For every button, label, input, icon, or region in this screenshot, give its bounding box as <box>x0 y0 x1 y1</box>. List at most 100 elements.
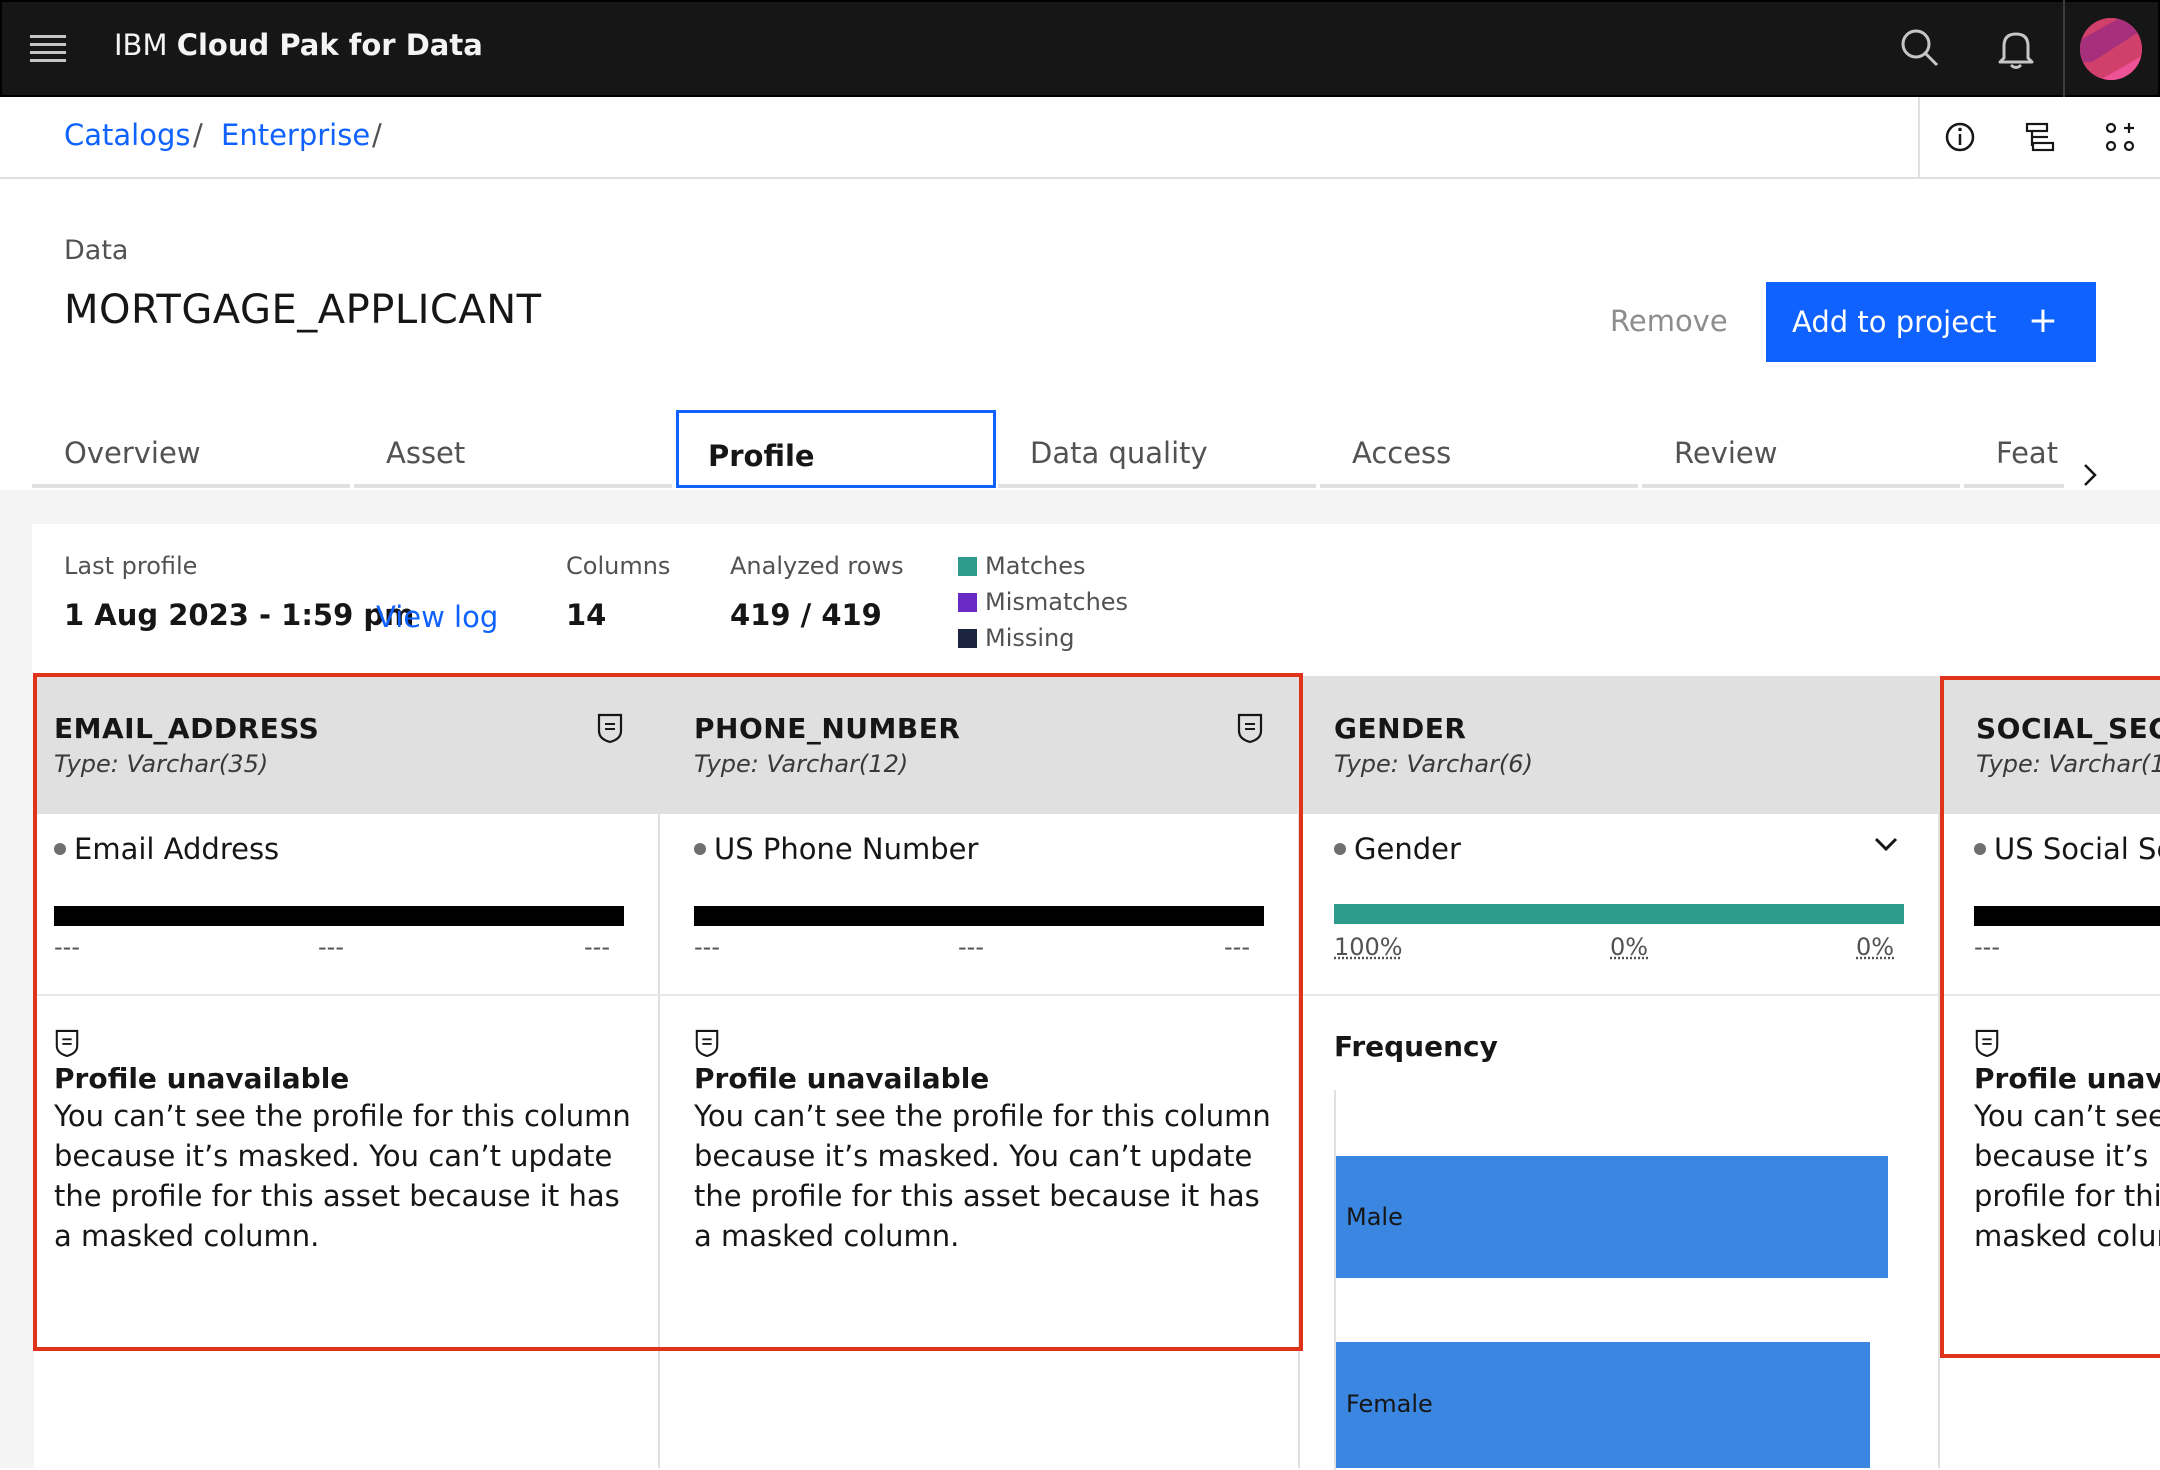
analyzed-rows-label: Analyzed rows <box>730 552 904 580</box>
frequency-title: Frequency <box>1334 1030 1498 1063</box>
brand-name: Cloud Pak for Data <box>176 28 483 62</box>
quality-bar <box>1974 906 2160 926</box>
stat-missing: --- <box>584 933 610 961</box>
frequency-bar-male[interactable]: Male <box>1336 1156 1888 1278</box>
column-header: EMAIL_ADDRESS Type: Varchar(35) <box>34 676 658 814</box>
masked-shield-icon <box>1237 713 1263 744</box>
stat-matches: --- <box>54 933 80 961</box>
divider <box>1940 994 2160 996</box>
profile-unavailable-title: Profile unavai <box>1974 1062 2160 1095</box>
masked-shield-icon <box>597 713 623 744</box>
column-type: Type: Varchar(12) <box>694 750 909 778</box>
quality-bar <box>54 906 624 926</box>
breadcrumb-separator: / <box>372 118 382 152</box>
data-class-label: Gender <box>1354 832 1461 866</box>
masked-shield-icon <box>55 1029 79 1058</box>
column-name: PHONE_NUMBER <box>694 712 961 745</box>
legend-mismatches: Mismatches <box>958 588 1128 616</box>
data-class-label: US Phone Number <box>714 832 979 866</box>
tab-profile[interactable]: Profile <box>676 410 996 488</box>
tab-asset[interactable]: Asset <box>354 410 672 488</box>
text-line: profile for this <box>1974 1179 2160 1213</box>
stat-mismatches[interactable]: 0% <box>1610 933 1648 961</box>
frequency-bar-female[interactable]: Female <box>1336 1342 1870 1468</box>
divider <box>1300 994 1938 996</box>
stat-missing: --- <box>1224 933 1250 961</box>
remove-button[interactable]: Remove <box>1610 304 1728 338</box>
legend-label: Matches <box>985 552 1086 580</box>
dot-icon <box>54 843 66 855</box>
tab-review[interactable]: Review <box>1642 410 1960 488</box>
legend-label: Mismatches <box>985 588 1129 616</box>
tab-overview[interactable]: Overview <box>32 410 350 488</box>
column-card-gender: GENDER Type: Varchar(6) Gender 100% 0% 0… <box>1300 676 1940 1470</box>
quality-bar <box>1334 904 1904 924</box>
breadcrumb-catalogs[interactable]: Catalogs <box>64 118 190 152</box>
add-to-project-button[interactable]: Add to project + <box>1766 282 2096 362</box>
lineage-icon[interactable] <box>2020 117 2060 157</box>
tab-access[interactable]: Access <box>1320 410 1638 488</box>
add-to-project-label: Add to project <box>1792 305 1997 339</box>
data-class[interactable]: US Social Se <box>1974 832 2160 866</box>
column-name: EMAIL_ADDRESS <box>54 712 320 745</box>
divider <box>660 994 1298 996</box>
product-brand[interactable]: IBM Cloud Pak for Data <box>114 28 483 62</box>
profile-unavailable-title: Profile unavailable <box>694 1062 990 1095</box>
stat-matches: --- <box>694 933 720 961</box>
column-type: Type: Varchar(6) <box>1334 750 1533 778</box>
breadcrumb-enterprise[interactable]: Enterprise <box>221 118 370 152</box>
chevron-right-icon[interactable] <box>2070 455 2110 495</box>
column-card-social-security: SOCIAL_SECU Type: Varchar(1 US Social Se… <box>1940 676 2160 1468</box>
column-header: GENDER Type: Varchar(6) <box>1300 676 1938 814</box>
legend-swatch <box>958 593 977 612</box>
stat-missing[interactable]: 0% <box>1856 933 1894 961</box>
info-icon[interactable] <box>1940 117 1980 157</box>
stat-matches[interactable]: 100% <box>1334 933 1403 961</box>
analyzed-rows-value: 419 / 419 <box>730 598 882 632</box>
tab-features[interactable]: Feat <box>1964 410 2064 488</box>
user-avatar[interactable] <box>2080 18 2142 80</box>
notification-bell-icon[interactable] <box>1988 20 2044 76</box>
data-class[interactable]: US Phone Number <box>694 832 978 866</box>
masked-shield-icon <box>1975 1029 1999 1058</box>
view-log-link[interactable]: View log <box>376 600 498 634</box>
quality-bar-matches <box>1334 904 1904 924</box>
data-class[interactable]: Email Address <box>54 832 279 866</box>
columns-value: 14 <box>566 598 607 632</box>
column-type: Type: Varchar(35) <box>54 750 269 778</box>
legend-matches: Matches <box>958 552 1086 580</box>
column-header: SOCIAL_SECU Type: Varchar(1 <box>1940 676 2160 814</box>
column-name: GENDER <box>1334 712 1467 745</box>
related-items-icon[interactable] <box>2100 117 2140 157</box>
stat-matches: --- <box>1974 933 2000 961</box>
profile-unavailable-text: You can’t see the profile for this colum… <box>694 1099 1271 1253</box>
legend-swatch <box>958 629 977 648</box>
chevron-down-icon[interactable] <box>1870 828 1902 860</box>
dot-icon <box>694 843 706 855</box>
profile-unavailable-text: You can’t see the profile for this colum… <box>54 1099 631 1253</box>
divider <box>34 994 658 996</box>
search-icon[interactable] <box>1892 20 1948 76</box>
text-line: You can’t see t <box>1974 1099 2160 1133</box>
toolbar-divider <box>1918 97 1920 177</box>
data-class[interactable]: Gender <box>1334 832 1461 866</box>
column-type: Type: Varchar(1 <box>1976 750 2160 778</box>
columns-label: Columns <box>566 552 671 580</box>
text-line: masked colum <box>1974 1219 2160 1253</box>
last-profile-value: 1 Aug 2023 - 1:59 pm <box>64 598 415 632</box>
legend-label: Missing <box>985 624 1075 652</box>
dot-icon <box>1334 843 1346 855</box>
legend-missing: Missing <box>958 624 1075 652</box>
tab-data-quality[interactable]: Data quality <box>998 410 1316 488</box>
column-header: PHONE_NUMBER Type: Varchar(12) <box>660 676 1298 814</box>
data-class-label: US Social Se <box>1994 832 2160 866</box>
column-card-email-address: EMAIL_ADDRESS Type: Varchar(35) Email Ad… <box>34 676 660 1468</box>
menu-icon[interactable] <box>30 35 66 63</box>
last-profile-label: Last profile <box>64 552 198 580</box>
brand-prefix: IBM <box>114 28 168 62</box>
data-class-label: Email Address <box>74 832 280 866</box>
stat-mismatches: --- <box>318 933 344 961</box>
legend-swatch <box>958 557 977 576</box>
profile-unavailable-text: You can’t see t because it’s m profile f… <box>1974 1096 2160 1256</box>
text-line: because it’s m <box>1974 1139 2160 1173</box>
